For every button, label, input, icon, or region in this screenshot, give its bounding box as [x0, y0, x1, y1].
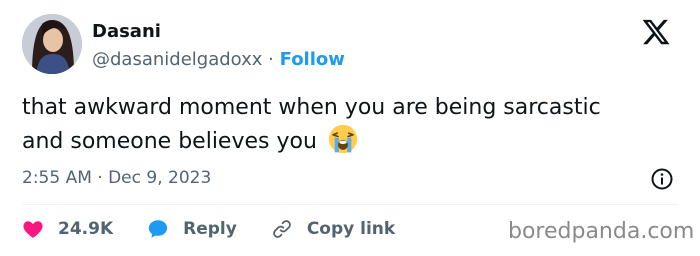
action-bar: 24.9K Reply Copy link: [22, 216, 429, 242]
copy-link-label: Copy link: [306, 219, 396, 239]
handle-row: @dasanidelgadoxx · Follow: [92, 48, 345, 72]
likes-count: 24.9K: [58, 219, 114, 239]
tweet-text: that awkward moment when you are being s…: [22, 92, 642, 158]
follow-button[interactable]: Follow: [280, 49, 345, 70]
author-name[interactable]: Dasani: [92, 20, 161, 44]
link-icon: [272, 220, 291, 238]
copy-link-button[interactable]: Copy link: [271, 218, 395, 240]
like-button[interactable]: 24.9K: [22, 218, 113, 240]
x-logo-icon[interactable]: [641, 17, 671, 47]
reply-button[interactable]: Reply: [147, 218, 237, 240]
avatar[interactable]: [22, 14, 82, 74]
tweet-timestamp[interactable]: 2:55 AM · Dec 9, 2023: [22, 166, 211, 190]
avatar-image: [22, 14, 82, 74]
reply-label: Reply: [183, 219, 237, 239]
loudly-crying-face-icon: [328, 124, 358, 154]
watermark: boredpanda.com: [508, 219, 695, 244]
author-handle[interactable]: @dasanidelgadoxx: [92, 49, 262, 70]
info-icon[interactable]: [650, 167, 674, 191]
speech-bubble-icon: [148, 220, 168, 238]
divider: [22, 204, 678, 205]
heart-icon: [23, 221, 43, 238]
tweet-body: that awkward moment when you are being s…: [22, 95, 601, 154]
separator-dot: ·: [268, 49, 274, 70]
